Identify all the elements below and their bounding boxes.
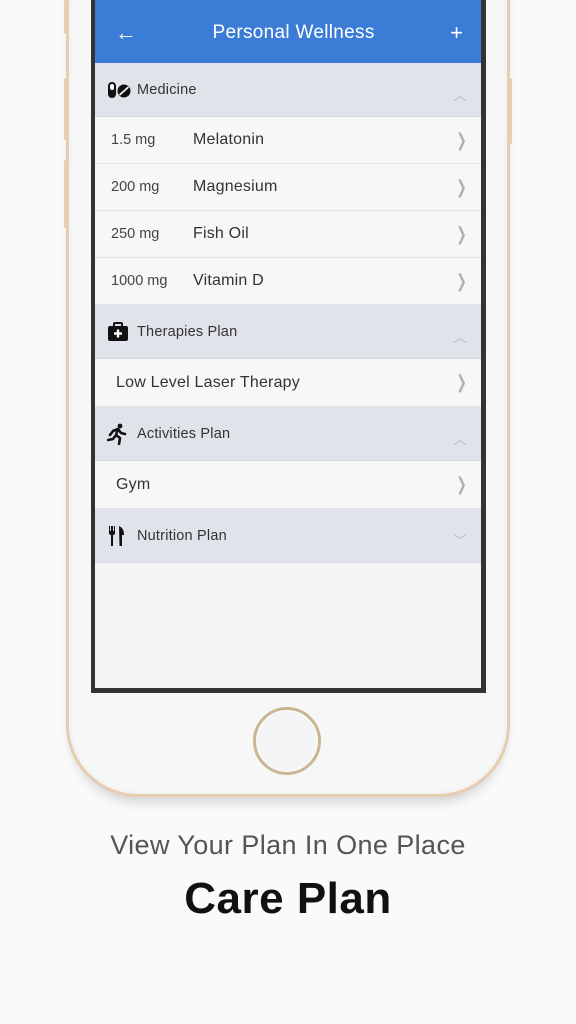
app-screen: ← Personal Wellness + Medicine ︿ 1.5 mg … [95,0,481,688]
chevron-down-icon[interactable]: ﹀ [453,531,467,551]
chevron-right-icon: ❯ [456,474,467,494]
fork-knife-icon [107,525,131,546]
section-therapies-header[interactable]: Therapies Plan ︿ [95,305,481,359]
chevron-right-icon: ❯ [456,372,467,392]
marketing-caption: Care Plan [184,874,392,923]
app-header: ← Personal Wellness + [95,0,481,63]
section-title: Nutrition Plan [137,527,227,544]
item-name: Low Level Laser Therapy [116,373,300,391]
chevron-right-icon: ❯ [456,129,467,150]
chevron-up-icon[interactable]: ︿ [453,429,467,449]
list-item[interactable]: 1000 mg Vitamin D ❯ [95,258,481,305]
item-name: Melatonin [193,131,265,148]
item-name: Magnesium [193,178,278,195]
list-item[interactable]: 250 mg Fish Oil ❯ [95,211,481,258]
list-item[interactable]: Low Level Laser Therapy ❯ [95,359,481,407]
arrow-left-icon[interactable]: ← [115,21,137,44]
chevron-right-icon: ❯ [456,270,467,291]
dose-label: 1000 mg [111,273,168,289]
phone-volume-down-button [64,160,68,228]
marketing-tagline: View Your Plan In One Place [110,830,466,860]
item-name: Gym [116,475,151,493]
dose-label: 250 mg [111,226,160,242]
phone-power-button [508,78,512,144]
list-item[interactable]: 1.5 mg Melatonin ❯ [95,117,481,164]
item-name: Fish Oil [193,225,249,242]
page-title: Personal Wellness [212,21,375,43]
section-medicine-header[interactable]: Medicine ︿ [95,63,481,117]
section-title: Medicine [137,81,197,98]
phone-side-button [64,0,68,34]
running-icon [107,423,131,445]
chevron-up-icon[interactable]: ︿ [453,327,467,347]
chevron-right-icon: ❯ [456,176,467,197]
section-title: Therapies Plan [137,323,238,340]
dose-label: 1.5 mg [111,132,156,148]
chevron-right-icon: ❯ [456,223,467,244]
section-title: Activities Plan [137,425,231,442]
chevron-up-icon[interactable]: ︿ [453,85,467,105]
medical-kit-icon [107,321,131,342]
dose-label: 200 mg [111,179,160,195]
section-activities-header[interactable]: Activities Plan ︿ [95,407,481,461]
item-name: Vitamin D [193,272,264,289]
list-item[interactable]: 200 mg Magnesium ❯ [95,164,481,211]
pills-icon [107,80,131,100]
plus-icon[interactable]: + [450,21,463,44]
section-nutrition-header[interactable]: Nutrition Plan ﹀ [95,509,481,563]
list-item[interactable]: Gym ❯ [95,461,481,509]
phone-volume-up-button [64,78,68,140]
home-button[interactable] [253,707,321,775]
